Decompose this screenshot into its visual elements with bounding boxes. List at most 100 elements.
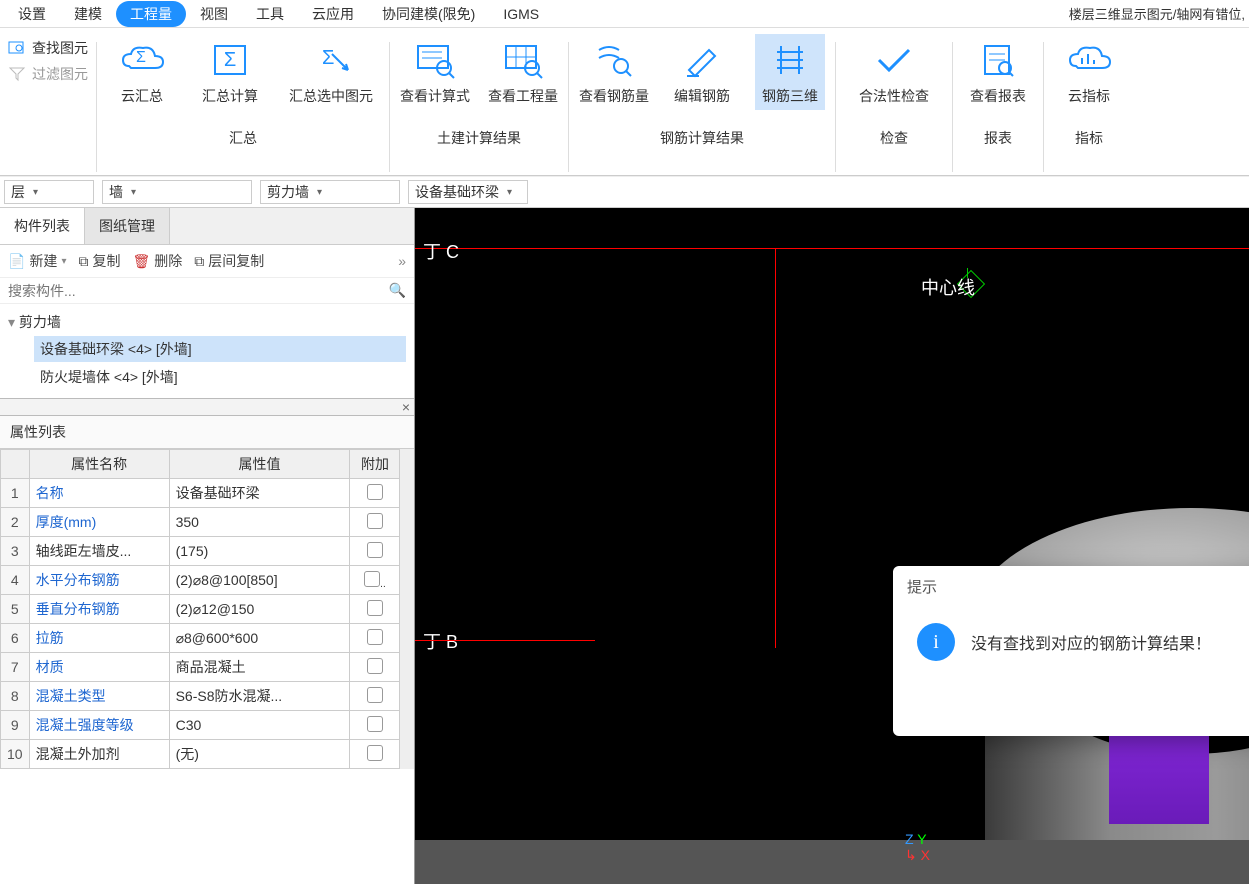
tree-item-ringbeam[interactable]: 设备基础环梁 <4> [外墙] — [34, 336, 406, 362]
menu-settings[interactable]: 设置 — [4, 1, 60, 27]
prop-attach[interactable] — [350, 682, 400, 711]
find-element-button[interactable]: 查找图元 — [8, 38, 88, 58]
prop-attach[interactable] — [350, 595, 400, 624]
view-formula-button[interactable]: 查看计算式 — [400, 34, 470, 110]
table-row[interactable]: 1名称设备基础环梁 — [1, 479, 400, 508]
checkbox-icon[interactable] — [364, 571, 380, 587]
selector-layer[interactable]: 层▾ — [4, 180, 94, 204]
edit-rebar-button[interactable]: 编辑钢筋 — [667, 34, 737, 110]
menu-modeling[interactable]: 建模 — [60, 1, 116, 27]
axis-label-b: 丁 B — [423, 628, 458, 654]
table-row[interactable]: 10混凝土外加剂(无) — [1, 740, 400, 769]
prop-value[interactable]: 350 — [169, 508, 350, 537]
checkbox-icon[interactable] — [367, 600, 383, 616]
prop-attach[interactable] — [350, 537, 400, 566]
prop-value[interactable]: 商品混凝土 — [169, 653, 350, 682]
table-row[interactable]: 7材质商品混凝土 — [1, 653, 400, 682]
prop-value[interactable]: C30 — [169, 711, 350, 740]
cloud-sum-label: 云汇总 — [121, 86, 163, 106]
rebar-3d-button[interactable]: 钢筋三维 — [755, 34, 825, 110]
table-row[interactable]: 5垂直分布钢筋(2)⌀12@150 — [1, 595, 400, 624]
cloud-sum-button[interactable]: Σ 云汇总 — [107, 34, 177, 110]
row-index: 5 — [1, 595, 30, 624]
prop-attach[interactable] — [350, 653, 400, 682]
prop-attach[interactable]: .. — [350, 566, 400, 595]
viewport-3d[interactable]: 丁 C 中心线 丁 B Z Y ↳ X 提示 ✕ i 没有查找到对应的钢筋计算结… — [415, 208, 1249, 884]
prop-value[interactable]: (2)⌀8@100[850] — [169, 566, 350, 595]
tree-parent[interactable]: 剪力墙 — [8, 310, 406, 334]
menu-view[interactable]: 视图 — [186, 1, 242, 27]
search-icon[interactable]: 🔍 — [389, 282, 406, 299]
table-row[interactable]: 4水平分布钢筋(2)⌀8@100[850].. — [1, 566, 400, 595]
table-row[interactable]: 2厚度(mm)350 — [1, 508, 400, 537]
toolbar-more-button[interactable]: » — [398, 253, 406, 269]
prop-name: 轴线距左墙皮... — [29, 537, 169, 566]
validity-check-button[interactable]: 合法性检查 — [846, 34, 942, 110]
menu-igms[interactable]: IGMS — [489, 3, 553, 25]
checkbox-icon[interactable] — [367, 484, 383, 500]
prop-name: 拉筋 — [29, 624, 169, 653]
view-report-button[interactable]: 查看报表 — [963, 34, 1033, 110]
view-report-label: 查看报表 — [970, 86, 1026, 106]
scrollbar[interactable] — [400, 449, 414, 769]
search-input[interactable] — [8, 283, 389, 299]
prop-value[interactable]: (175) — [169, 537, 350, 566]
prop-attach[interactable] — [350, 508, 400, 537]
delete-component-button[interactable]: 🗑删除 — [132, 251, 182, 271]
selector-category[interactable]: 墙▾ — [102, 180, 252, 204]
close-icon[interactable]: × — [402, 399, 410, 415]
tree-item-firewall[interactable]: 防火堤墙体 <4> [外墙] — [34, 364, 406, 390]
left-pane: 构件列表 图纸管理 📄新建▾ ⧉复制 🗑删除 ⧉层间复制 » 🔍 剪力墙 设备基… — [0, 208, 415, 884]
prop-attach[interactable] — [350, 740, 400, 769]
copy-component-button[interactable]: ⧉复制 — [78, 251, 120, 271]
checkbox-icon[interactable] — [367, 513, 383, 529]
checkbox-icon[interactable] — [367, 745, 383, 761]
tab-component-list[interactable]: 构件列表 — [0, 208, 85, 244]
table-row[interactable]: 6拉筋⌀8@600*600 — [1, 624, 400, 653]
view-quantity-label: 查看工程量 — [488, 86, 558, 106]
prop-attach[interactable] — [350, 711, 400, 740]
sum-calc-label: 汇总计算 — [202, 86, 258, 106]
prop-attach[interactable] — [350, 479, 400, 508]
group-civil-label: 土建计算结果 — [437, 128, 521, 148]
prop-value[interactable]: (无) — [169, 740, 350, 769]
find-element-label: 查找图元 — [32, 38, 88, 58]
view-quantity-button[interactable]: 查看工程量 — [488, 34, 558, 110]
cloud-metric-button[interactable]: 云指标 — [1054, 34, 1124, 110]
svg-text:Σ: Σ — [224, 49, 236, 71]
sum-calc-button[interactable]: Σ 汇总计算 — [195, 34, 265, 110]
checkbox-icon[interactable] — [367, 658, 383, 674]
tab-drawing-mgmt[interactable]: 图纸管理 — [85, 208, 170, 244]
menu-bar: 设置 建模 工程量 视图 工具 云应用 协同建模(限免) IGMS 楼层三维显示… — [0, 0, 1249, 28]
selector-subcategory[interactable]: 剪力墙▾ — [260, 180, 400, 204]
rebar-3d-icon — [766, 38, 814, 82]
table-row[interactable]: 9混凝土强度等级C30 — [1, 711, 400, 740]
checkbox-icon[interactable] — [367, 716, 383, 732]
selector-component[interactable]: 设备基础环梁▾ — [408, 180, 528, 204]
table-row[interactable]: 8混凝土类型S6-S8防水混凝... — [1, 682, 400, 711]
menu-tools[interactable]: 工具 — [242, 1, 298, 27]
menu-quantity[interactable]: 工程量 — [116, 1, 186, 27]
prop-attach[interactable] — [350, 624, 400, 653]
checkbox-icon[interactable] — [367, 629, 383, 645]
filter-element-button[interactable]: 过滤图元 — [8, 64, 88, 84]
checkbox-icon[interactable] — [367, 542, 383, 558]
layer-copy-button[interactable]: ⧉层间复制 — [194, 251, 264, 271]
selector-component-label: 设备基础环梁 — [415, 182, 499, 202]
sum-selected-button[interactable]: Σ 汇总选中图元 — [283, 34, 379, 110]
table-row[interactable]: 3轴线距左墙皮...(175) — [1, 537, 400, 566]
prop-value[interactable]: S6-S8防水混凝... — [169, 682, 350, 711]
menu-collab[interactable]: 协同建模(限免) — [368, 1, 489, 27]
selector-subcategory-label: 剪力墙 — [267, 182, 309, 202]
new-component-button[interactable]: 📄新建▾ — [8, 251, 66, 271]
report-icon — [974, 38, 1022, 82]
prop-name: 名称 — [29, 479, 169, 508]
view-rebar-qty-button[interactable]: 查看钢筋量 — [579, 34, 649, 110]
prop-value[interactable]: (2)⌀12@150 — [169, 595, 350, 624]
menu-cloud[interactable]: 云应用 — [298, 1, 368, 27]
prop-value[interactable]: ⌀8@600*600 — [169, 624, 350, 653]
splitter[interactable]: × — [0, 398, 414, 416]
checkbox-icon[interactable] — [367, 687, 383, 703]
row-index: 10 — [1, 740, 30, 769]
prop-value[interactable]: 设备基础环梁 — [169, 479, 350, 508]
